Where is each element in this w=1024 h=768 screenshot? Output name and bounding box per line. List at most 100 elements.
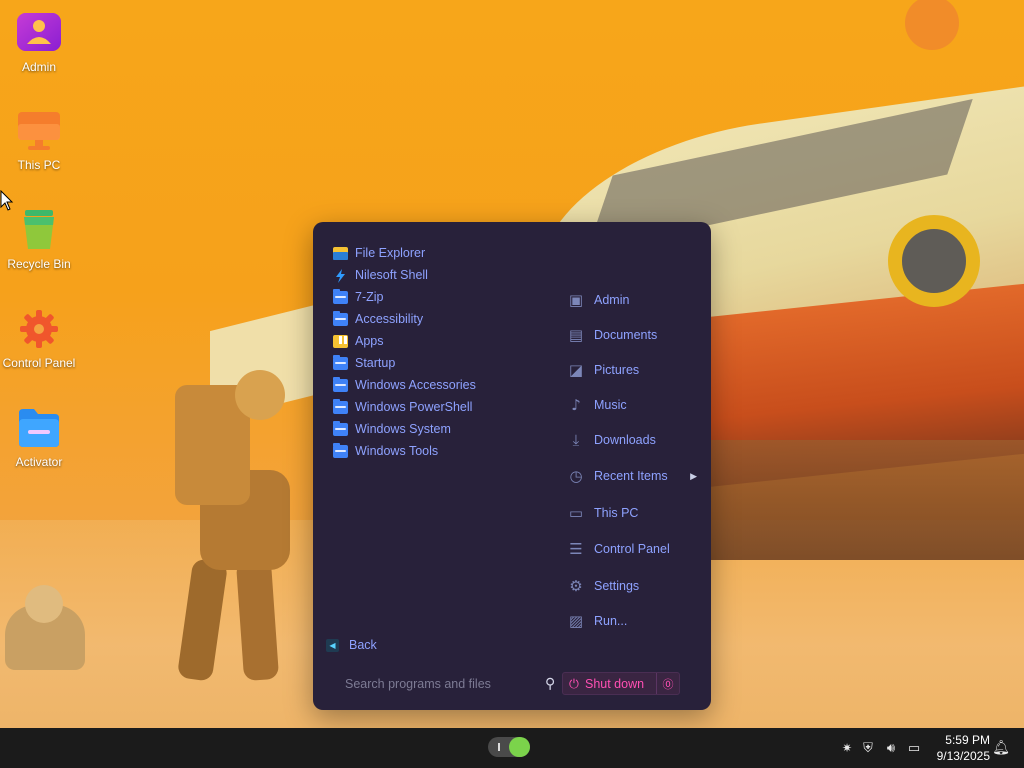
back-button[interactable]: ◀ Back xyxy=(326,638,377,652)
start-toggle-button[interactable] xyxy=(488,737,530,757)
download-icon: ⤓ xyxy=(572,430,580,449)
place-item-settings[interactable]: ⚙ Settings xyxy=(567,568,697,603)
picture-icon: ◪ xyxy=(568,360,584,379)
place-item-recent-items[interactable]: ◷ Recent Items ▶ xyxy=(567,457,697,495)
trash-icon xyxy=(16,207,62,253)
taskbar-clock[interactable]: 5:59 PM 9/13/2025 xyxy=(934,732,990,764)
program-item-windows-powershell[interactable]: Windows PowerShell xyxy=(333,396,533,418)
program-label: 7-Zip xyxy=(355,290,384,304)
place-label: Settings xyxy=(594,578,640,593)
place-item-this-pc[interactable]: ▭ This PC xyxy=(567,495,697,530)
file-explorer-icon xyxy=(333,246,348,260)
folder-icon xyxy=(333,354,348,370)
desktop-icon-this-pc[interactable]: This PC xyxy=(0,108,78,172)
place-label: Run... xyxy=(594,613,628,628)
desktop-icon-recycle-bin[interactable]: Recycle Bin xyxy=(0,207,78,271)
computer-icon: ▭ xyxy=(568,503,584,522)
program-label: Apps xyxy=(355,334,384,348)
system-tray: ✷ ⛨ 🔊︎ ▭ xyxy=(838,728,926,768)
places-list: ▣ Admin ▤ Documents ◪ Pictures ♪ Music ⤓… xyxy=(567,282,697,638)
program-label: Windows PowerShell xyxy=(355,400,473,414)
folder-icon xyxy=(333,420,348,436)
user-icon: ▣ xyxy=(568,290,584,309)
desktop-icon-label: Control Panel xyxy=(2,356,76,370)
program-item-windows-tools[interactable]: Windows Tools xyxy=(333,440,533,462)
music-icon: ♪ xyxy=(571,395,581,414)
place-label: Control Panel xyxy=(594,542,670,556)
desktop-icon-label: Recycle Bin xyxy=(7,257,71,271)
program-label: Nilesoft Shell xyxy=(355,268,428,282)
program-label: File Explorer xyxy=(355,246,426,260)
security-icon[interactable]: ⛨ xyxy=(856,741,880,756)
folder-icon xyxy=(333,398,348,414)
brightness-icon[interactable]: ✷ xyxy=(838,741,856,755)
search-input[interactable] xyxy=(333,676,527,692)
program-label: Windows Tools xyxy=(355,444,439,458)
desktop-icon-admin[interactable]: Admin xyxy=(0,10,78,74)
place-item-documents[interactable]: ▤ Documents xyxy=(567,317,697,352)
program-list: File Explorer Nilesoft Shell 7-Zip Acces… xyxy=(333,242,533,462)
place-item-admin[interactable]: ▣ Admin xyxy=(567,282,697,317)
notification-bell-icon[interactable]: 🔔︎ xyxy=(992,740,1010,756)
place-item-run[interactable]: ▨ Run... xyxy=(567,603,697,638)
start-menu: File Explorer Nilesoft Shell 7-Zip Acces… xyxy=(313,222,711,710)
program-item-startup[interactable]: Startup xyxy=(333,352,533,374)
wallpaper-ship-ring xyxy=(888,215,980,307)
control-panel-icon: ☰ xyxy=(569,540,583,558)
folder-icon xyxy=(333,442,348,458)
monitor-icon xyxy=(16,108,62,154)
folder-icon xyxy=(333,288,348,304)
desktop-icon-control-panel[interactable]: Control Panel xyxy=(0,306,78,370)
user-icon xyxy=(16,10,62,56)
toggle-bar-icon xyxy=(498,743,500,751)
run-icon: ▨ xyxy=(568,611,584,630)
toggle-knob xyxy=(509,737,530,757)
place-item-music[interactable]: ♪ Music xyxy=(567,387,697,422)
clock-date: 9/13/2025 xyxy=(936,749,990,763)
program-item-accessibility[interactable]: Accessibility xyxy=(333,308,533,330)
folder-icon xyxy=(333,376,348,392)
place-label: Pictures xyxy=(594,362,640,377)
program-item-windows-accessories[interactable]: Windows Accessories xyxy=(333,374,533,396)
gear-icon: ⚙ xyxy=(569,576,583,595)
desktop-icon-label: Admin xyxy=(21,60,56,74)
mouse-cursor-icon xyxy=(0,190,14,211)
document-icon: ▤ xyxy=(568,325,584,344)
place-label: This PC xyxy=(594,505,639,520)
program-item-7-zip[interactable]: 7-Zip xyxy=(333,286,533,308)
place-item-control-panel[interactable]: ☰ Control Panel xyxy=(567,530,697,568)
folder-icon xyxy=(16,405,62,451)
program-label: Windows Accessories xyxy=(355,378,476,392)
wallpaper-ship-lower xyxy=(700,440,1024,560)
program-label: Startup xyxy=(355,356,396,370)
apps-icon xyxy=(333,334,348,348)
shutdown-options-icon[interactable]: ⓪ xyxy=(656,673,679,694)
back-label: Back xyxy=(349,638,377,652)
notification-area: 🔔︎ xyxy=(992,728,1010,768)
place-label: Downloads xyxy=(594,432,656,447)
shutdown-label: Shut down xyxy=(585,676,645,691)
wallpaper-astronaut xyxy=(160,360,310,690)
wallpaper-sun xyxy=(905,0,959,50)
program-label: Windows System xyxy=(355,422,451,436)
search-icon[interactable]: ⚲ xyxy=(545,676,555,692)
desktop: Admin This PC Recycle Bin Control Panel … xyxy=(0,0,1024,728)
submenu-arrow-icon: ▶ xyxy=(690,470,697,481)
clock-icon: ◷ xyxy=(569,467,583,485)
program-item-windows-system[interactable]: Windows System xyxy=(333,418,533,440)
place-item-pictures[interactable]: ◪ Pictures xyxy=(567,352,697,387)
program-item-apps[interactable]: Apps xyxy=(333,330,533,352)
clock-time: 5:59 PM xyxy=(945,733,990,747)
volume-icon[interactable]: 🔊︎ xyxy=(880,741,902,756)
search-box: ⚲ xyxy=(333,672,555,696)
place-label: Admin xyxy=(594,292,630,307)
desktop-icon-activator[interactable]: Activator xyxy=(0,405,78,469)
place-label: Music xyxy=(594,397,627,412)
program-item-nilesoft-shell[interactable]: Nilesoft Shell xyxy=(333,264,533,286)
program-label: Accessibility xyxy=(355,312,424,326)
desktop-icon-label: Activator xyxy=(15,455,63,469)
program-item-file-explorer[interactable]: File Explorer xyxy=(333,242,533,264)
shutdown-button[interactable]: ⏻ Shut down ⓪ xyxy=(562,672,680,695)
place-item-downloads[interactable]: ⤓ Downloads xyxy=(567,422,697,457)
network-icon[interactable]: ▭ xyxy=(902,741,926,756)
